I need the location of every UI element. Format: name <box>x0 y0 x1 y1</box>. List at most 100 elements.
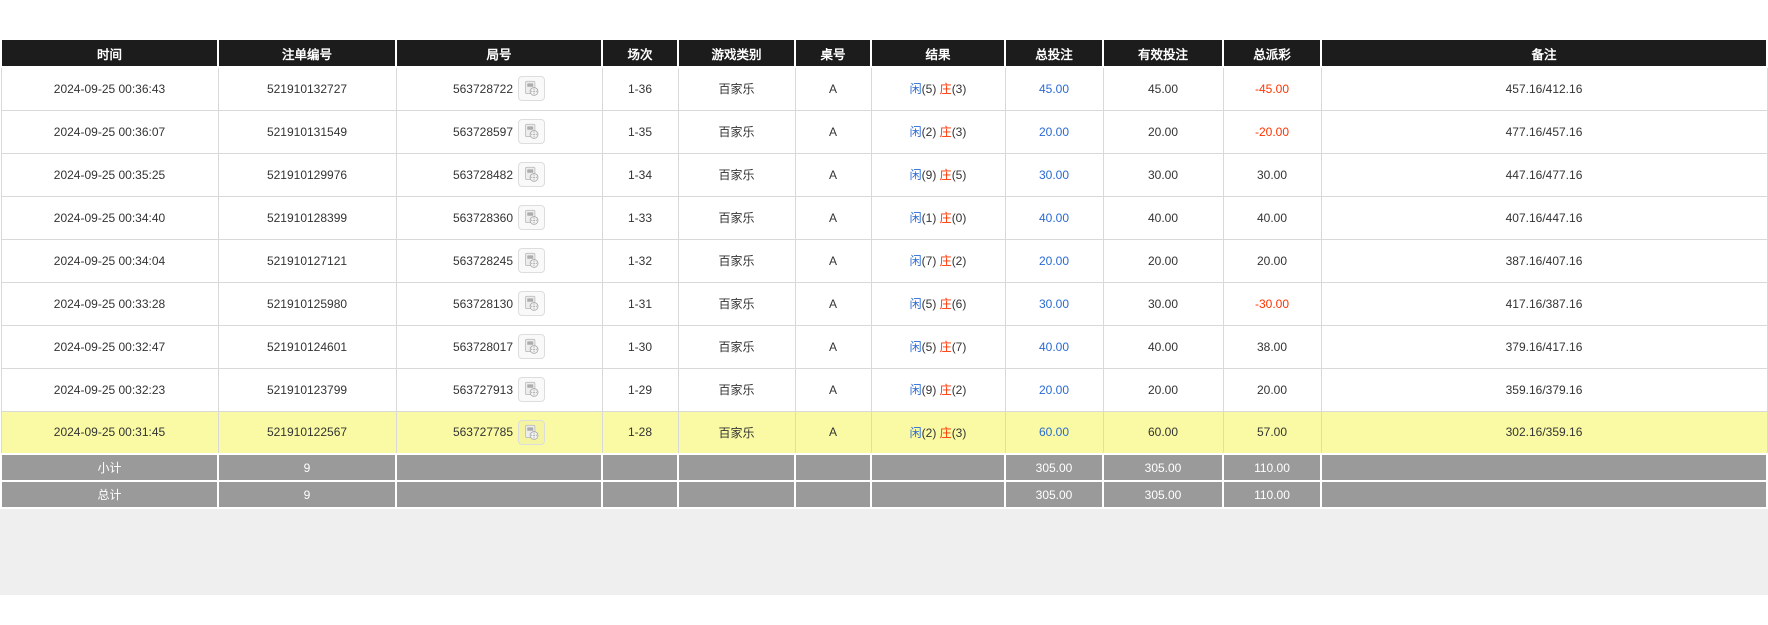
video-replay-button[interactable] <box>518 291 545 316</box>
cell-valid-bet: 30.00 <box>1103 153 1223 196</box>
cell-session: 1-34 <box>602 153 678 196</box>
cell-total-bet[interactable]: 40.00 <box>1005 325 1103 368</box>
video-replay-button[interactable] <box>518 205 545 230</box>
result-player-label: 闲 <box>910 426 922 440</box>
result-player-label: 闲 <box>910 125 922 139</box>
subtotal-empty-remark <box>1321 454 1767 481</box>
result-player-label: 闲 <box>910 383 922 397</box>
subtotal-label: 小计 <box>1 454 218 481</box>
cell-total-bet[interactable]: 20.00 <box>1005 239 1103 282</box>
result-player-score: (2) <box>922 125 937 139</box>
result-banker-score: (3) <box>952 125 967 139</box>
cell-game-type: 百家乐 <box>678 196 795 239</box>
cell-bet-number: 521910129976 <box>218 153 396 196</box>
table-row[interactable]: 2024-09-25 00:34:04 521910127121 5637282… <box>1 239 1767 282</box>
video-replay-button[interactable] <box>518 377 545 402</box>
table-row[interactable]: 2024-09-25 00:36:07 521910131549 5637285… <box>1 110 1767 153</box>
video-replay-button[interactable] <box>518 248 545 273</box>
cell-valid-bet: 20.00 <box>1103 110 1223 153</box>
cell-result: 闲(9) 庄(2) <box>871 368 1005 411</box>
column-header-game-type: 游戏类别 <box>678 39 795 67</box>
cell-game-type: 百家乐 <box>678 239 795 282</box>
column-header-session: 场次 <box>602 39 678 67</box>
result-banker-score: (3) <box>952 82 967 96</box>
round-number-text: 563728722 <box>453 82 513 96</box>
cell-total-bet[interactable]: 30.00 <box>1005 153 1103 196</box>
cell-total-bet[interactable]: 20.00 <box>1005 110 1103 153</box>
subtotal-empty-game <box>678 454 795 481</box>
subtotal-payout: 110.00 <box>1223 454 1321 481</box>
cell-valid-bet: 40.00 <box>1103 196 1223 239</box>
table-row[interactable]: 2024-09-25 00:36:43 521910132727 5637287… <box>1 67 1767 110</box>
cell-bet-number: 521910123799 <box>218 368 396 411</box>
cell-session: 1-36 <box>602 67 678 110</box>
cell-time: 2024-09-25 00:32:47 <box>1 325 218 368</box>
cell-remark: 477.16/457.16 <box>1321 110 1767 153</box>
column-header-total-payout: 总派彩 <box>1223 39 1321 67</box>
cell-remark: 302.16/359.16 <box>1321 411 1767 454</box>
cell-session: 1-31 <box>602 282 678 325</box>
cell-payout: 20.00 <box>1223 368 1321 411</box>
cell-remark: 407.16/447.16 <box>1321 196 1767 239</box>
cell-total-bet[interactable]: 40.00 <box>1005 196 1103 239</box>
cell-payout: -30.00 <box>1223 282 1321 325</box>
video-replay-button[interactable] <box>518 76 545 101</box>
total-label: 总计 <box>1 481 218 508</box>
table-row[interactable]: 2024-09-25 00:33:28 521910125980 5637281… <box>1 282 1767 325</box>
result-banker-label: 庄 <box>940 297 952 311</box>
video-replay-button[interactable] <box>518 162 545 187</box>
result-player-label: 闲 <box>910 340 922 354</box>
cell-result: 闲(2) 庄(3) <box>871 110 1005 153</box>
result-banker-score: (3) <box>952 426 967 440</box>
result-banker-label: 庄 <box>940 426 952 440</box>
subtotal-valid-bet: 305.00 <box>1103 454 1223 481</box>
table-row[interactable]: 2024-09-25 00:34:40 521910128399 5637283… <box>1 196 1767 239</box>
cell-table-id: A <box>795 239 871 282</box>
total-empty-game <box>678 481 795 508</box>
cell-remark: 359.16/379.16 <box>1321 368 1767 411</box>
subtotal-empty-result <box>871 454 1005 481</box>
column-header-remark: 备注 <box>1321 39 1767 67</box>
video-replay-button[interactable] <box>518 334 545 359</box>
cell-bet-number: 521910124601 <box>218 325 396 368</box>
page: 时间 注单编号 局号 场次 游戏类别 桌号 结果 总投注 有效投注 总派彩 备注… <box>0 0 1768 625</box>
cell-total-bet[interactable]: 20.00 <box>1005 368 1103 411</box>
cell-session: 1-29 <box>602 368 678 411</box>
cell-bet-number: 521910127121 <box>218 239 396 282</box>
round-number-text: 563727913 <box>453 383 513 397</box>
result-banker-score: (5) <box>952 168 967 182</box>
bet-records-table: 时间 注单编号 局号 场次 游戏类别 桌号 结果 总投注 有效投注 总派彩 备注… <box>0 38 1768 509</box>
cell-total-bet[interactable]: 30.00 <box>1005 282 1103 325</box>
subtotal-count: 9 <box>218 454 396 481</box>
table-row[interactable]: 2024-09-25 00:32:47 521910124601 5637280… <box>1 325 1767 368</box>
result-banker-score: (7) <box>952 340 967 354</box>
result-banker-score: (2) <box>952 254 967 268</box>
video-replay-icon <box>523 424 540 441</box>
result-banker-label: 庄 <box>940 211 952 225</box>
total-valid-bet: 305.00 <box>1103 481 1223 508</box>
cell-total-bet[interactable]: 60.00 <box>1005 411 1103 454</box>
header-row: 时间 注单编号 局号 场次 游戏类别 桌号 结果 总投注 有效投注 总派彩 备注 <box>1 39 1767 67</box>
cell-valid-bet: 40.00 <box>1103 325 1223 368</box>
result-player-label: 闲 <box>910 211 922 225</box>
table-row[interactable]: 2024-09-25 00:32:23 521910123799 5637279… <box>1 368 1767 411</box>
cell-remark: 447.16/477.16 <box>1321 153 1767 196</box>
video-replay-icon <box>523 338 540 355</box>
cell-total-bet[interactable]: 45.00 <box>1005 67 1103 110</box>
round-number-text: 563728130 <box>453 297 513 311</box>
video-replay-button[interactable] <box>518 119 545 144</box>
cell-round-number: 563728482 <box>396 153 602 196</box>
subtotal-row: 小计 9 305.00 305.00 110.00 <box>1 454 1767 481</box>
result-player-score: (5) <box>922 297 937 311</box>
subtotal-empty-round <box>396 454 602 481</box>
cell-bet-number: 521910131549 <box>218 110 396 153</box>
table-row[interactable]: 2024-09-25 00:35:25 521910129976 5637284… <box>1 153 1767 196</box>
cell-round-number: 563728130 <box>396 282 602 325</box>
cell-table-id: A <box>795 325 871 368</box>
table-body: 2024-09-25 00:36:43 521910132727 5637287… <box>1 67 1767 454</box>
cell-result: 闲(1) 庄(0) <box>871 196 1005 239</box>
video-replay-button[interactable] <box>518 420 545 445</box>
table-row[interactable]: 2024-09-25 00:31:45 521910122567 5637277… <box>1 411 1767 454</box>
cell-time: 2024-09-25 00:32:23 <box>1 368 218 411</box>
cell-round-number: 563728722 <box>396 67 602 110</box>
